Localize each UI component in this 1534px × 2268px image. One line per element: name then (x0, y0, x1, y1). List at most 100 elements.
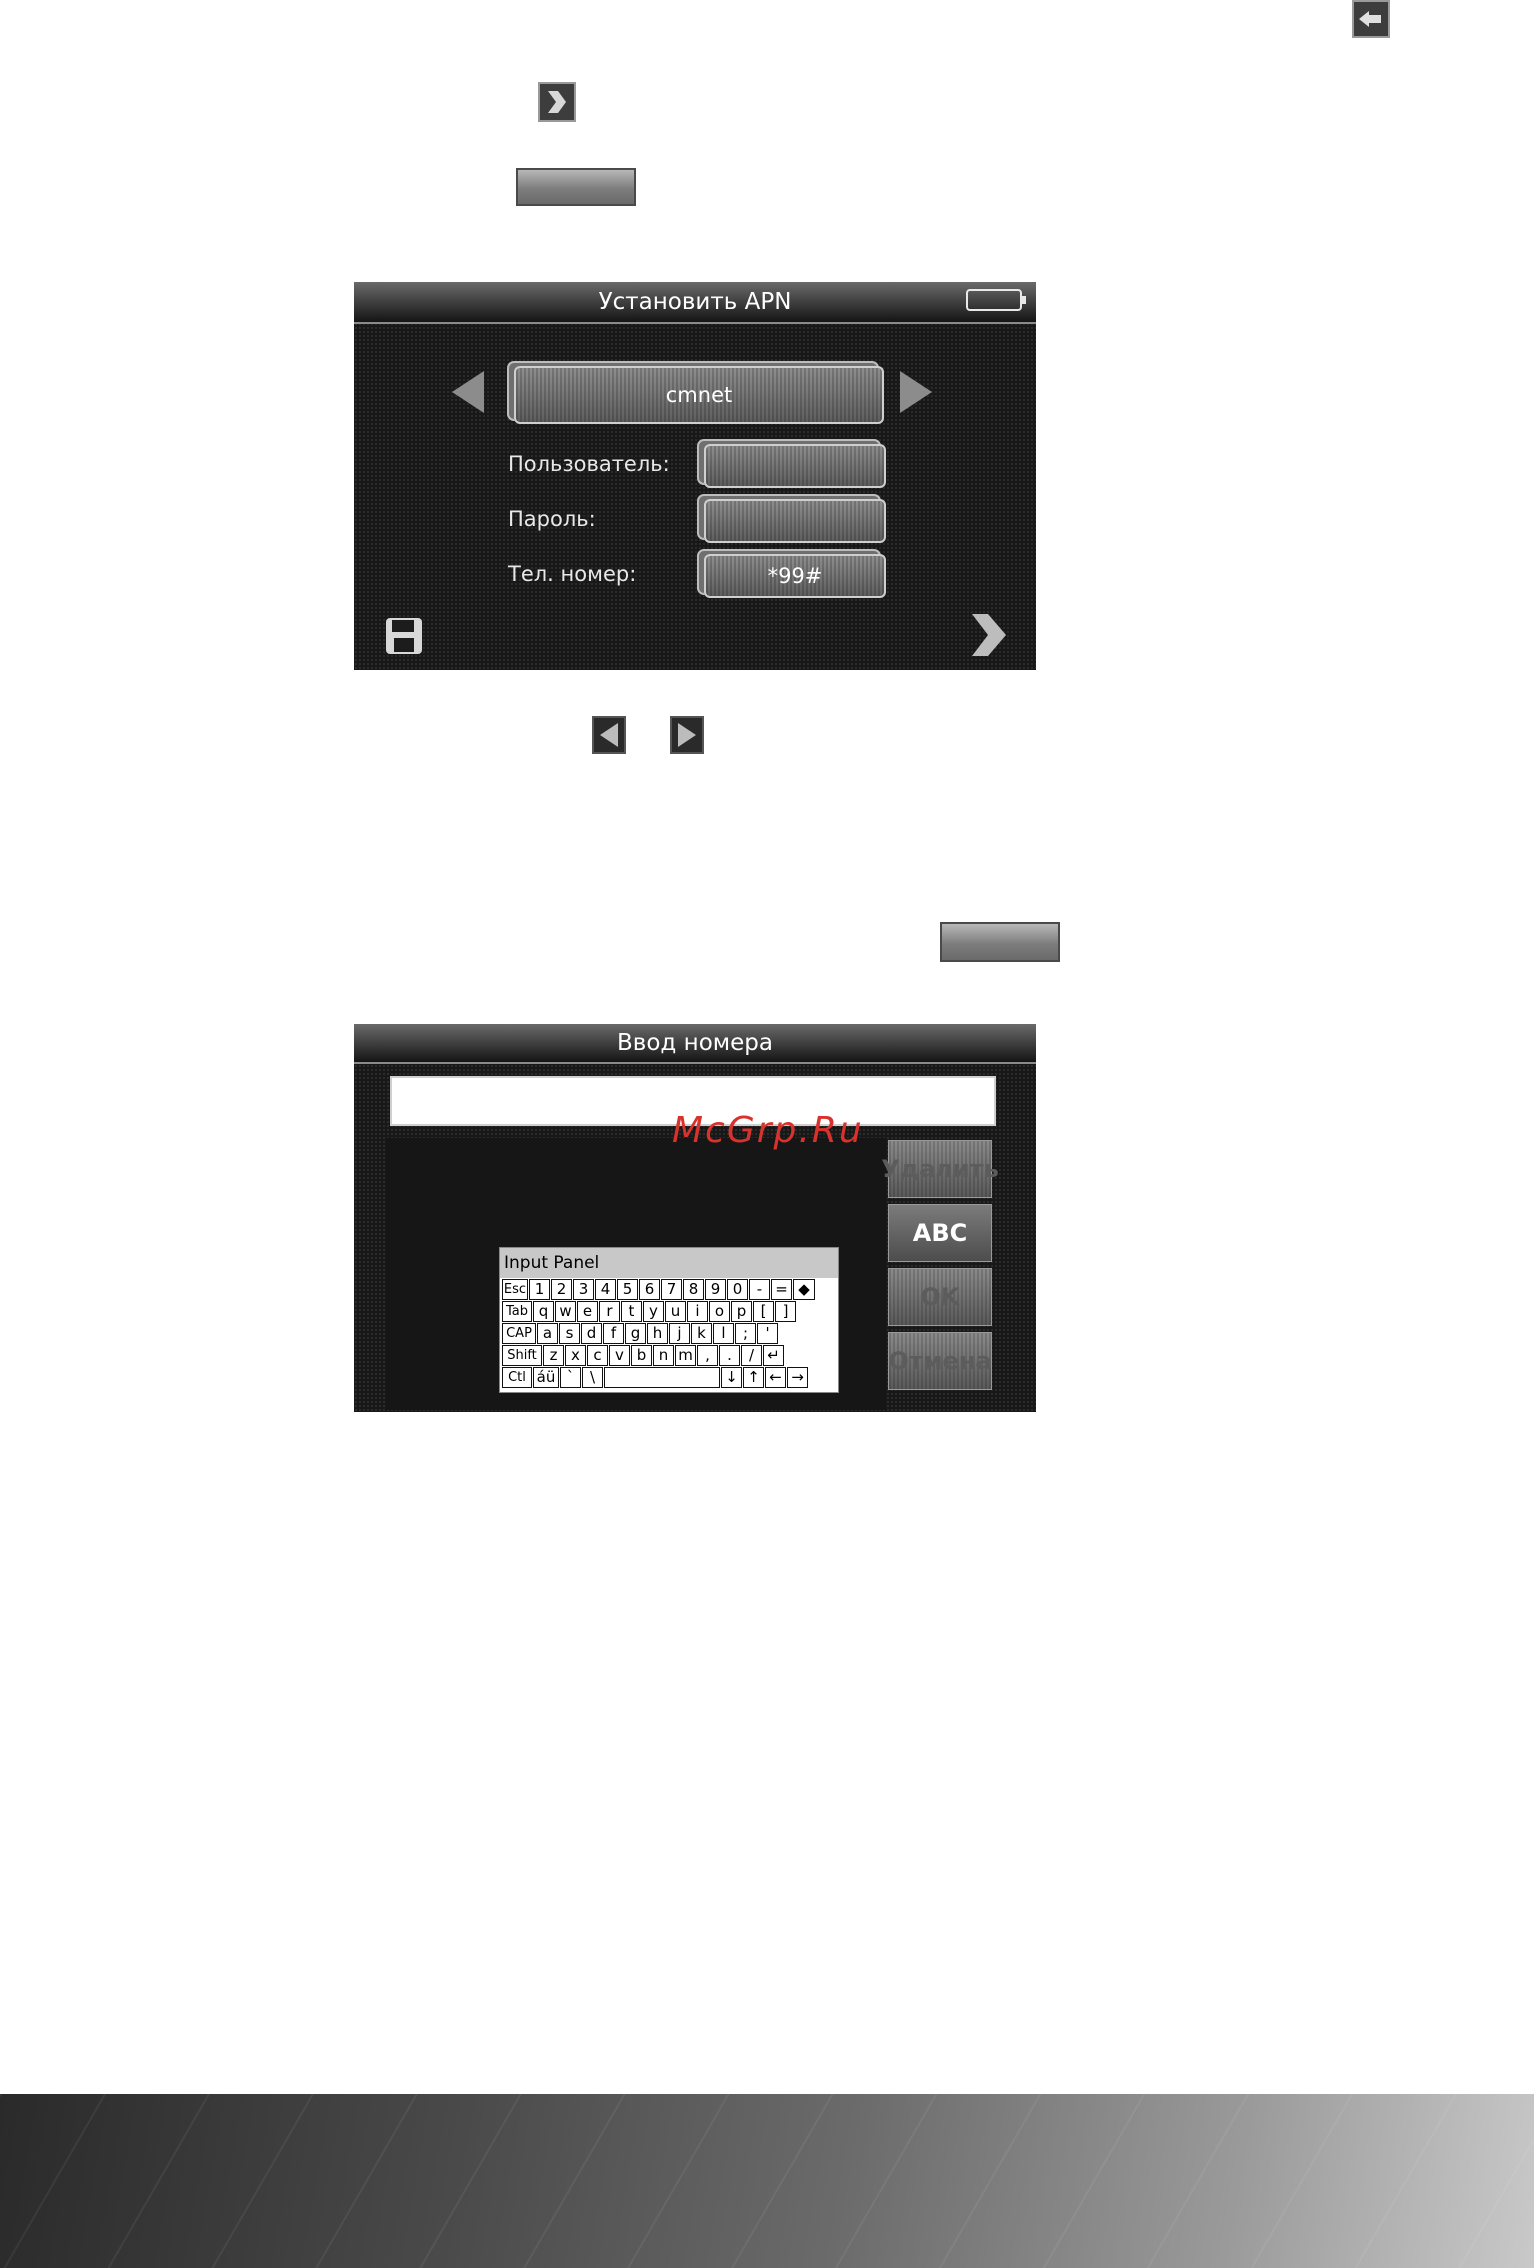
key[interactable]: Ctl (502, 1367, 532, 1388)
key[interactable]: 4 (595, 1279, 616, 1300)
key[interactable]: a (537, 1323, 558, 1344)
password-label: Пароль: (508, 507, 596, 531)
key[interactable]: k (691, 1323, 712, 1344)
apn-field[interactable]: cmnet (514, 366, 884, 424)
key[interactable]: c (587, 1345, 608, 1366)
key[interactable]: ↵ (763, 1345, 784, 1366)
key[interactable]: ] (775, 1301, 796, 1322)
key[interactable]: u (665, 1301, 686, 1322)
key[interactable]: - (749, 1279, 770, 1300)
key[interactable]: , (697, 1345, 718, 1366)
key[interactable]: p (731, 1301, 752, 1322)
abc-button-label: ABC (912, 1219, 968, 1247)
key[interactable]: r (599, 1301, 620, 1322)
input-panel: Input Panel Esc 1 2 3 4 5 6 7 8 9 0- = ◆ Tab q w e r t y u i… (499, 1247, 839, 1393)
delete-button-label: Удалить (881, 1155, 999, 1183)
key[interactable]: n (653, 1345, 674, 1366)
key[interactable]: 3 (573, 1279, 594, 1300)
key[interactable]: i (687, 1301, 708, 1322)
key[interactable]: m (675, 1345, 696, 1366)
key[interactable]: \ (582, 1367, 603, 1388)
key[interactable]: . (719, 1345, 740, 1366)
apn-value: cmnet (665, 383, 733, 407)
key[interactable]: b (631, 1345, 652, 1366)
key[interactable]: s (559, 1323, 580, 1344)
key[interactable]: ; (735, 1323, 756, 1344)
keyboard-row-1: Esc 1 2 3 4 5 6 7 8 9 0- = ◆ (500, 1278, 838, 1300)
keyboard-row-5: Ctl áü ` \ ↓ ↑ ← → (500, 1366, 838, 1388)
key[interactable]: 1 (529, 1279, 550, 1300)
next-apn-button[interactable] (898, 369, 934, 419)
key[interactable]: ↓ (721, 1367, 742, 1388)
abc-button[interactable]: ABC (888, 1204, 992, 1262)
right-arrow-icon (900, 371, 932, 413)
button-sample (516, 168, 636, 206)
key[interactable]: v (609, 1345, 630, 1366)
key[interactable]: o (709, 1301, 730, 1322)
next-arrow-icon (972, 614, 1006, 656)
input-panel-title: Input Panel (500, 1248, 838, 1278)
key[interactable]: → (787, 1367, 808, 1388)
key[interactable]: [ (753, 1301, 774, 1322)
next-arrow-icon (538, 82, 576, 122)
apn-screen: Установить APN cmnet Пользователь: Парол… (354, 282, 1036, 670)
key[interactable]: ← (765, 1367, 786, 1388)
left-arrow-icon (452, 371, 484, 413)
prev-apn-button[interactable] (450, 369, 486, 419)
key[interactable]: l (713, 1323, 734, 1344)
screen-title-bar: Ввод номера (354, 1024, 1036, 1064)
key[interactable]: 8 (683, 1279, 704, 1300)
key[interactable]: ↑ (743, 1367, 764, 1388)
phone-field[interactable]: *99# (704, 554, 886, 598)
key[interactable]: q (533, 1301, 554, 1322)
key[interactable]: CAP (502, 1323, 536, 1344)
key[interactable]: d (581, 1323, 602, 1344)
watermark: McGrp.Ru (672, 1110, 864, 1151)
next-button[interactable] (968, 612, 1010, 662)
key[interactable]: h (647, 1323, 668, 1344)
key[interactable]: 7 (661, 1279, 682, 1300)
key[interactable]: Shift (502, 1345, 542, 1366)
decorative-footer (0, 2094, 1534, 2268)
key[interactable]: z (543, 1345, 564, 1366)
back-arrow-icon (1352, 0, 1390, 38)
key[interactable]: w (555, 1301, 576, 1322)
right-arrow-icon (670, 716, 704, 754)
key[interactable]: f (603, 1323, 624, 1344)
phone-label: Тел. номер: (508, 562, 637, 586)
key[interactable]: 0 (727, 1279, 748, 1300)
key[interactable]: y (643, 1301, 664, 1322)
key[interactable]: x (565, 1345, 586, 1366)
screen-title-bar: Установить APN (354, 282, 1036, 324)
key[interactable]: j (669, 1323, 690, 1344)
keyboard-row-3: CAP a s d f g h j k l; ' (500, 1322, 838, 1344)
delete-button[interactable]: Удалить (881, 1140, 999, 1198)
save-button[interactable] (384, 616, 424, 660)
user-field[interactable] (704, 444, 886, 488)
screen-title: Ввод номера (617, 1030, 773, 1056)
key[interactable]: 9 (705, 1279, 726, 1300)
key[interactable]: ` (560, 1367, 581, 1388)
key[interactable]: 5 (617, 1279, 638, 1300)
cancel-button[interactable]: Отмена (888, 1332, 992, 1390)
key[interactable] (604, 1367, 720, 1388)
keyboard-row-4: Shift z x c v b n m,. / ↵ (500, 1344, 838, 1366)
key[interactable]: t (621, 1301, 642, 1322)
key[interactable]: e (577, 1301, 598, 1322)
key[interactable]: áü (533, 1367, 559, 1388)
key[interactable]: 2 (551, 1279, 572, 1300)
phone-value: *99# (767, 564, 823, 588)
key[interactable]: ◆ (793, 1279, 815, 1300)
password-field[interactable] (704, 499, 886, 543)
screen-title: Установить APN (598, 289, 792, 315)
ok-button[interactable]: OK (888, 1268, 992, 1326)
key[interactable]: Tab (502, 1301, 532, 1322)
key[interactable]: g (625, 1323, 646, 1344)
key[interactable]: = (771, 1279, 792, 1300)
key[interactable]: Esc (502, 1279, 528, 1300)
key[interactable]: / (741, 1345, 762, 1366)
key[interactable]: ' (757, 1323, 778, 1344)
battery-icon (966, 289, 1026, 311)
button-sample (940, 922, 1060, 962)
key[interactable]: 6 (639, 1279, 660, 1300)
